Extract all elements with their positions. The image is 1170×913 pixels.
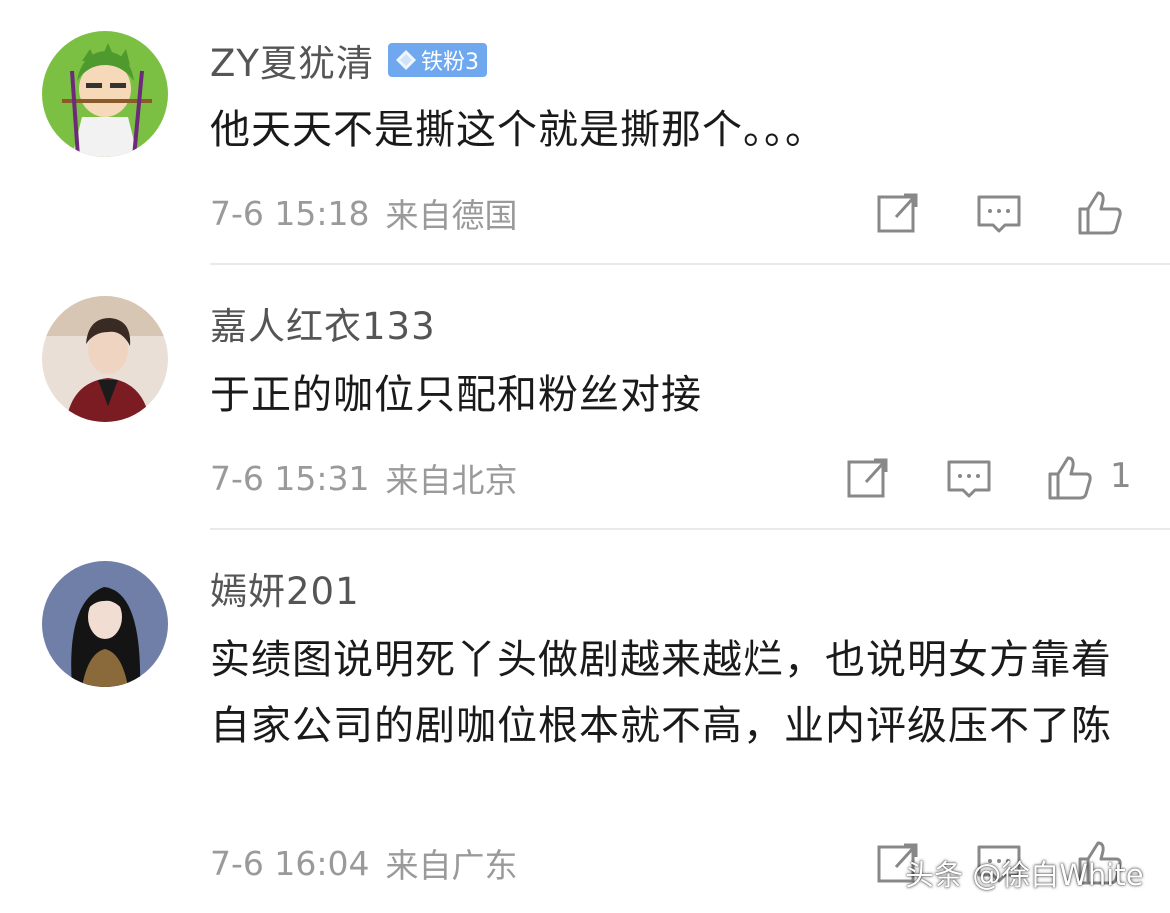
comment-meta: 7-6 16:04 来自广东	[210, 838, 518, 888]
share-icon[interactable]	[874, 189, 922, 237]
username[interactable]: ZY夏犹清	[210, 33, 374, 87]
diamond-icon	[395, 50, 416, 70]
comment-location: 来自广东	[385, 846, 518, 885]
fan-badge[interactable]: 铁粉3	[387, 43, 487, 77]
divider	[210, 528, 1170, 530]
username[interactable]: 嘉人红衣133	[210, 296, 436, 350]
comment-list: ZY夏犹清 铁粉3 他天天不是撕这个就是撕那个。。。 7-6 15:18 来自德…	[0, 0, 1170, 913]
like-count: 1	[1110, 456, 1132, 496]
like-icon[interactable]	[1076, 189, 1124, 237]
avatar[interactable]	[42, 561, 168, 687]
comment-text: 于正的咖位只配和粉丝对接	[210, 372, 702, 418]
username-row: 嘉人红衣133	[210, 298, 436, 348]
comment-location: 来自德国	[385, 196, 518, 235]
badge-label: 铁粉3	[420, 50, 479, 75]
anime-character-avatar-icon	[42, 31, 168, 157]
divider	[210, 263, 1170, 265]
watermark: 头条 @徐白White	[905, 858, 1144, 892]
comment-time: 7-6 15:18	[210, 193, 370, 233]
comment-text: 他天天不是撕这个就是撕那个。。。	[210, 107, 826, 153]
username-row: ZY夏犹清 铁粉3	[210, 35, 487, 85]
avatar[interactable]	[42, 296, 168, 422]
avatar[interactable]	[42, 31, 168, 157]
reply-icon[interactable]	[945, 454, 993, 502]
comment-time: 7-6 16:04	[210, 843, 370, 883]
comment-text: 实绩图说明死丫头做剧越来越烂，也说明女方靠着自家公司的剧咖位根本就不高，业内评级…	[210, 637, 1112, 749]
like-icon[interactable]	[1046, 454, 1094, 502]
man-in-red-jacket-avatar-icon	[42, 296, 168, 422]
username[interactable]: 嫣妍201	[210, 561, 360, 615]
woman-long-hair-avatar-icon	[42, 561, 168, 687]
comment-meta: 7-6 15:31 来自北京	[210, 453, 518, 503]
share-icon[interactable]	[844, 454, 892, 502]
comment-location: 来自北京	[385, 461, 518, 500]
reply-icon[interactable]	[975, 189, 1023, 237]
comment-time: 7-6 15:31	[210, 458, 370, 498]
comment-meta: 7-6 15:18 来自德国	[210, 188, 518, 238]
username-row: 嫣妍201	[210, 563, 360, 613]
